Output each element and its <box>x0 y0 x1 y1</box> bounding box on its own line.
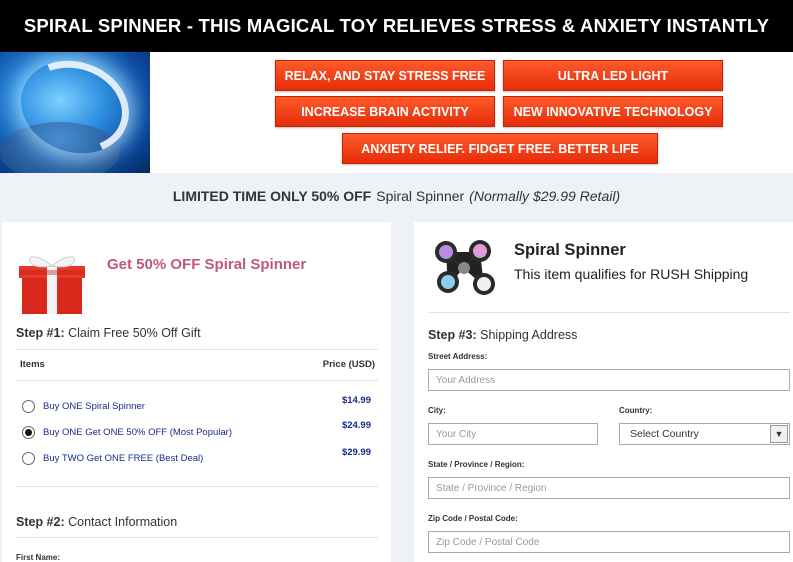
product-glow-image <box>0 52 150 173</box>
state-label: State / Province / Region: <box>428 460 525 469</box>
zip-label: Zip Code / Postal Code: <box>428 514 518 523</box>
step3-heading: Step #3: Shipping Address <box>428 328 578 342</box>
street-label: Street Address: <box>428 352 488 361</box>
option-price: $24.99 <box>341 420 371 431</box>
promo-retail: (Normally $29.99 Retail) <box>469 188 621 204</box>
badge-technology: NEW INNOVATIVE TECHNOLOGY <box>503 96 723 127</box>
col-price-header: Price (USD) <box>322 359 375 370</box>
option-bogo-half[interactable]: Buy ONE Get ONE 50% OFF (Most Popular) <box>22 423 377 441</box>
product-subtitle: This item qualifies for RUSH Shipping <box>514 266 749 282</box>
badge-anxiety: ANXIETY RELIEF. FIDGET FREE. BETTER LIFE <box>342 133 658 164</box>
offer-panel: Get 50% OFF Spiral Spinner Step #1: Clai… <box>2 222 391 562</box>
hero-banner: RELAX, AND STAY STRESS FREE ULTRA LED LI… <box>0 52 793 173</box>
city-label: City: <box>428 406 446 415</box>
option-price: $14.99 <box>341 395 371 406</box>
badge-brain: INCREASE BRAIN ACTIVITY <box>275 96 495 127</box>
city-input[interactable]: Your City <box>428 423 598 445</box>
shipping-panel: Spiral Spinner This item qualifies for R… <box>414 222 793 562</box>
zip-input[interactable]: Zip Code / Postal Code <box>428 531 790 553</box>
country-select[interactable]: Select Country ▼ <box>619 423 790 445</box>
gift-box-icon <box>19 256 85 314</box>
fidget-spinner-icon <box>435 240 495 295</box>
street-address-input[interactable]: Your Address <box>428 369 790 391</box>
option-radio[interactable] <box>22 451 35 465</box>
option-label: Buy ONE Get ONE 50% OFF (Most Popular) <box>43 426 232 438</box>
chevron-down-icon[interactable]: ▼ <box>770 425 788 443</box>
option-label: Buy TWO Get ONE FREE (Best Deal) <box>43 452 204 464</box>
page-headline: SPIRAL SPINNER - THIS MAGICAL TOY RELIEV… <box>0 0 793 52</box>
badge-led: ULTRA LED LIGHT <box>503 60 723 91</box>
step1-heading: Step #1: Claim Free 50% Off Gift <box>16 326 201 340</box>
option-buy-one[interactable]: Buy ONE Spiral Spinner <box>22 397 377 415</box>
col-items-header: Items <box>20 359 45 370</box>
option-price: $29.99 <box>341 447 371 458</box>
country-label: Country: <box>619 406 653 415</box>
option-label: Buy ONE Spiral Spinner <box>43 400 145 412</box>
first-name-label: First Name: <box>16 553 61 562</box>
step2-heading: Step #2: Contact Information <box>16 515 178 529</box>
option-buy-two[interactable]: Buy TWO Get ONE FREE (Best Deal) <box>22 449 377 467</box>
state-input[interactable]: State / Province / Region <box>428 477 790 499</box>
product-title: Spiral Spinner <box>514 241 626 259</box>
option-radio-selected[interactable] <box>22 425 35 439</box>
badge-relax: RELAX, AND STAY STRESS FREE <box>275 60 495 91</box>
country-select-value: Select Country <box>630 428 699 440</box>
promo-bold: LIMITED TIME ONLY 50% OFF <box>172 188 372 204</box>
gift-title: Get 50% OFF Spiral Spinner <box>107 256 307 273</box>
promo-product: Spiral Spinner <box>376 188 465 204</box>
option-radio[interactable] <box>22 399 35 413</box>
promo-line: LIMITED TIME ONLY 50% OFF Spiral Spinner… <box>0 173 793 219</box>
